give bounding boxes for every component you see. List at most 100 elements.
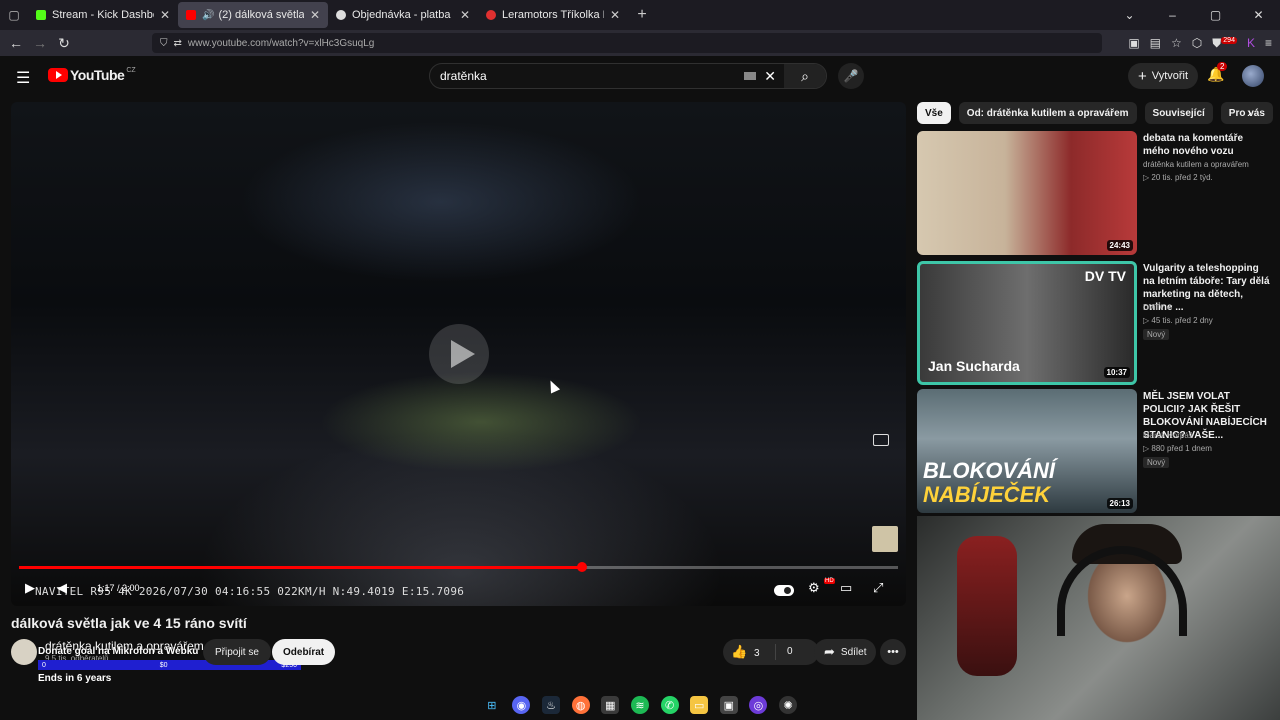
clear-search-icon[interactable]: ✕ [764,68,776,85]
close-tab-icon[interactable]: ✕ [310,8,320,22]
webcam-overlay [917,516,1280,720]
volume-icon[interactable]: ◀ [57,580,67,596]
big-play-icon[interactable] [429,324,489,384]
chip-related[interactable]: Související [1144,102,1213,124]
keyboard-icon[interactable] [744,72,757,80]
tab-youtube[interactable]: 🔊 (2) dálková světla jak ve 4 1 ✕ [178,2,328,28]
tab-kick[interactable]: Stream - Kick Dashboard ✕ [28,2,178,28]
search-button[interactable]: ⌕ [784,64,826,88]
taskbar: ⊞ ◉ ♨ ◍ ▦ ≋ ✆ ▭ ▣ ◎ ✺ [477,690,803,720]
url-bar[interactable]: ⛉ ⇄ www.youtube.com/watch?v=xlHc3GsuqLg [152,33,1102,53]
channel-watermark[interactable] [872,526,898,552]
firefox-icon[interactable]: ◍ [571,696,590,714]
tab-list-icon[interactable]: ▢ [0,0,28,30]
dislike-count[interactable]: 0 [787,646,793,657]
close-tab-icon[interactable]: ✕ [610,8,620,22]
thumbnail-headline: BLOKOVÁNÍ NABÍJEČEK [923,459,1055,507]
store-icon[interactable]: ▦ [601,696,620,714]
play-icon[interactable]: ▶ [25,580,35,596]
close-tab-icon[interactable]: ✕ [160,8,170,22]
extension-k-icon[interactable]: K [1247,36,1255,50]
search-icon: ⌕ [801,67,809,84]
more-actions-icon[interactable]: ••• [880,639,906,665]
file-explorer-icon[interactable]: ▭ [690,696,709,714]
theater-mode-icon[interactable]: ▭ [840,580,852,596]
video-thumbnail[interactable]: 24:43 [917,131,1137,255]
youtube-play-logo-icon [48,68,68,82]
divider [775,644,776,660]
forward-icon[interactable]: → [28,35,52,51]
close-window-icon[interactable]: ✕ [1237,8,1280,22]
bookmark-star-icon[interactable]: ☆ [1171,36,1182,50]
shield-icon[interactable]: ⛉ [160,38,168,49]
recommendation-channel[interactable]: drátěnka kutilem a opravářem [1143,160,1249,169]
chevron-right-icon[interactable]: › [1247,104,1252,120]
video-thumbnail[interactable]: BLOKOVÁNÍ NABÍJEČEK 26:13 [917,389,1137,513]
video-thumbnail[interactable]: DV TV Jan Sucharda 10:37 [917,261,1137,385]
progress-fill [19,566,582,569]
hamburger-menu-icon[interactable]: ☰ [16,68,30,88]
maximize-icon[interactable]: ▢ [1194,8,1237,22]
permissions-icon[interactable]: ⇄ [174,38,182,49]
voice-search-mic-icon[interactable]: 🎤 [838,63,864,89]
new-tab-icon[interactable]: + [628,6,656,24]
chip-all[interactable]: Vše [917,102,951,124]
subscribe-button[interactable]: Odebírat [272,639,336,665]
tab-leramotors[interactable]: Leramotors Tříkolka E1 1500W ( ✕ [478,2,628,28]
create-label: Vytvořit [1151,70,1189,82]
miniplayer-icon[interactable] [873,434,889,446]
chip-from-channel[interactable]: Od: drátěnka kutilem a opravářem [958,102,1137,124]
recommendation-title[interactable]: debata na komentáře mého nového vozu [1143,132,1271,158]
channel-row: drátěnka kutilem a opravářem 9,5 tis. od… [11,638,906,684]
search-box[interactable]: dratěnka ✕ ⌕ [429,63,827,89]
autoplay-toggle[interactable] [774,585,794,596]
screenshot-icon[interactable]: ▣ [1128,36,1139,50]
back-icon[interactable]: ← [4,35,28,51]
like-thumb-icon[interactable]: 👍 [731,644,747,660]
discord-icon[interactable]: ◉ [512,696,531,714]
youtube-logo[interactable]: YouTube CZ [48,67,136,83]
tab-overflow-chevron-icon[interactable]: ⌄ [1108,8,1151,22]
account-avatar[interactable] [1242,65,1264,87]
settings-gear-icon[interactable]: ⚙ [808,580,820,596]
share-button[interactable]: ➦ Sdílet [814,639,877,665]
recommendation-channel[interactable]: DVTV ✔ [1143,303,1173,312]
plus-icon: + [1138,67,1147,85]
share-label: Sdílet [840,646,867,658]
reload-icon[interactable]: ↻ [52,35,76,52]
tab-title: Leramotors Tříkolka E1 1500W ( [502,9,604,21]
join-button[interactable]: Připojit se [203,639,271,665]
progress-scrubber[interactable] [576,562,587,572]
speaker-icon[interactable]: 🔊 [202,10,214,21]
chatgpt-icon[interactable]: ✺ [779,696,798,714]
fullscreen-icon[interactable]: ⤢ [873,580,883,596]
recommendation-item[interactable]: 24:43 debata na komentáře mého nového vo… [917,131,1269,255]
share-arrow-icon: ➦ [824,644,835,659]
time-display: 1:17 / 2:00 [97,583,140,593]
photos-icon[interactable]: ▣ [719,696,738,714]
close-tab-icon[interactable]: ✕ [460,8,470,22]
windows-start-icon[interactable]: ⊞ [483,696,501,714]
donate-ends: Ends in 6 years [38,673,112,684]
video-player[interactable]: NAVITEL R95 4K 2026/07/30 04:16:55 022KM… [11,102,906,606]
spotify-icon[interactable]: ≋ [630,696,649,714]
tab-order[interactable]: Objednávka - platba a doprava ✕ [328,2,478,28]
globe-favicon-icon [336,10,346,20]
minimize-icon[interactable]: – [1151,8,1194,22]
menu-icon[interactable]: ≡ [1265,36,1272,50]
new-badge: Nový [1143,457,1170,468]
recommendation-item[interactable]: DV TV Jan Sucharda 10:37 Vulgarity a tel… [917,261,1270,385]
whatsapp-icon[interactable]: ✆ [660,696,679,714]
extensions-icon[interactable]: ⬡ [1192,36,1202,50]
steam-icon[interactable]: ♨ [542,696,561,714]
search-input[interactable]: dratěnka [440,69,744,83]
recommendation-item[interactable]: BLOKOVÁNÍ NABÍJEČEK 26:13 MĚL JSEM VOLAT… [917,389,1269,513]
ublock-icon[interactable]: ⛊ 294 [1212,36,1237,51]
obs-icon[interactable]: ◎ [749,696,768,714]
reader-icon[interactable]: ▤ [1150,36,1161,50]
create-button[interactable]: + Vytvořit [1128,63,1199,89]
notifications-bell-icon[interactable]: 🔔 2 [1207,62,1228,83]
progress-bar[interactable] [19,562,898,572]
channel-avatar[interactable] [11,639,37,665]
recommendation-channel[interactable]: Marek Korpáš [1143,431,1193,440]
